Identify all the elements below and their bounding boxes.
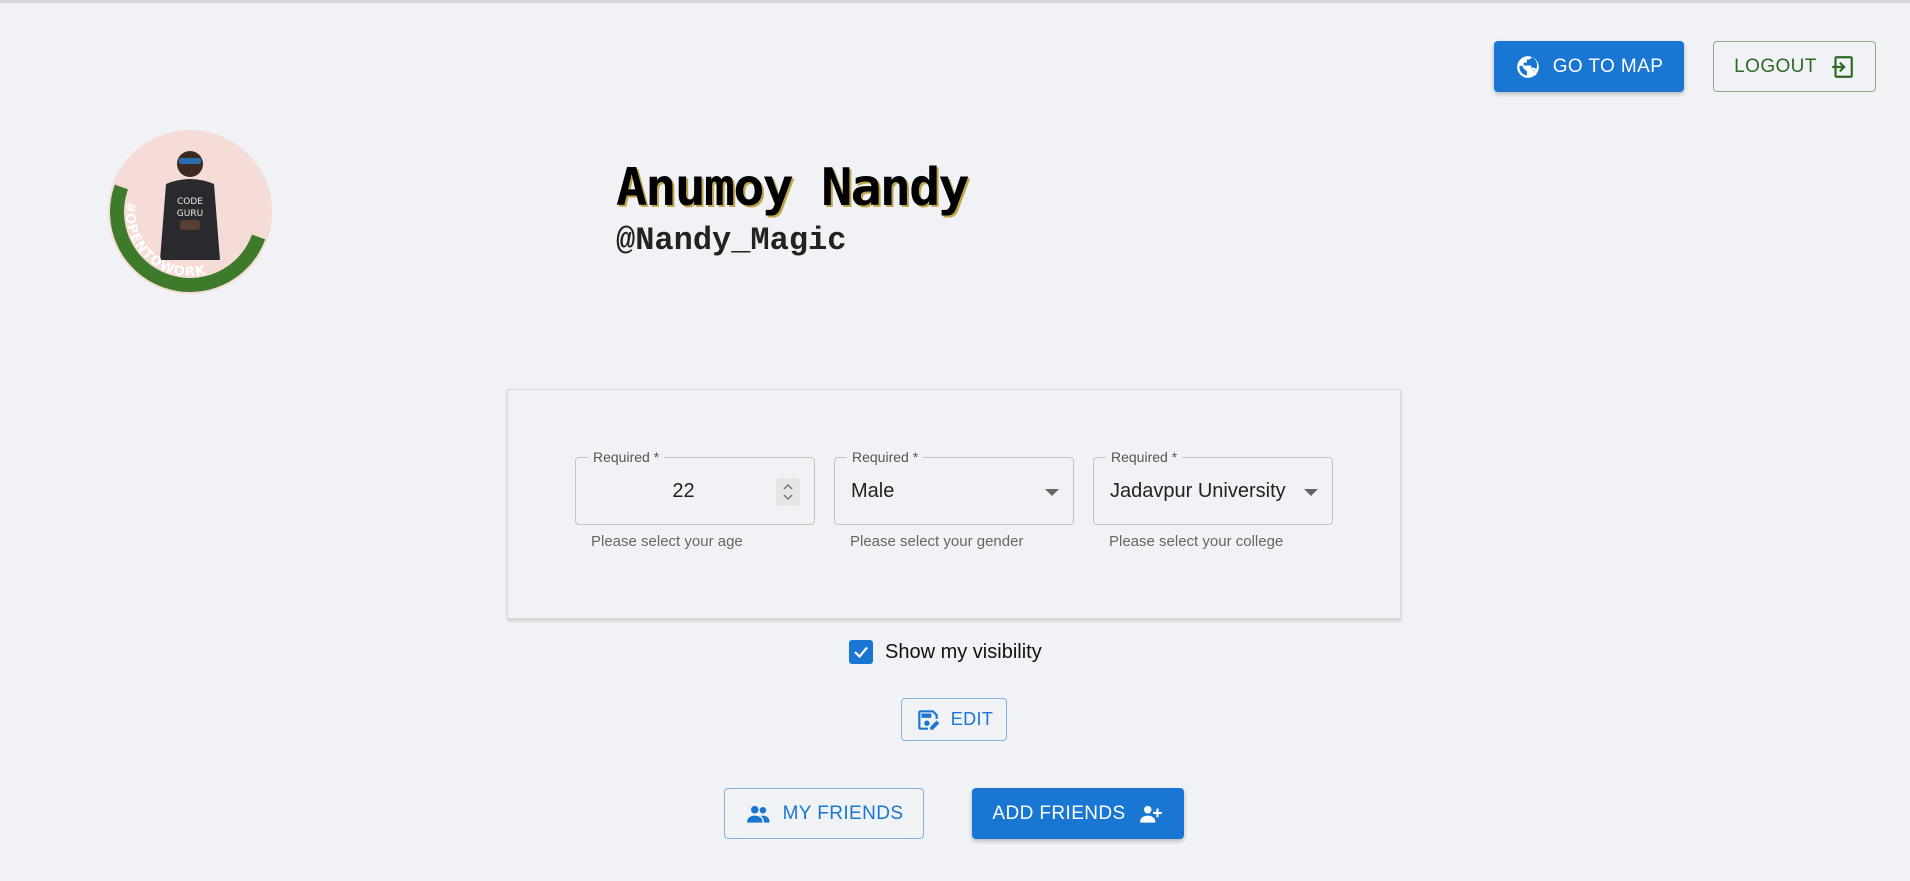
- people-icon: [746, 805, 769, 823]
- edit-button[interactable]: EDIT: [901, 698, 1007, 741]
- add-friends-label: ADD FRIENDS: [992, 802, 1126, 824]
- college-field: Required * Jadavpur University Please se…: [1093, 449, 1333, 550]
- college-value: Jadavpur University: [1110, 480, 1286, 502]
- dropdown-arrow-icon: [1304, 489, 1318, 496]
- travel-explore-icon: [1516, 55, 1539, 78]
- visibility-toggle[interactable]: Show my visibility: [849, 640, 1042, 664]
- college-select[interactable]: Required * Jadavpur University: [1093, 449, 1333, 525]
- my-friends-label: MY FRIENDS: [782, 802, 904, 824]
- logout-icon: [1832, 55, 1853, 78]
- gender-legend: Required *: [847, 449, 924, 465]
- age-field: Required * 22 Please select your age: [575, 449, 815, 550]
- profile-photo: CODE GURU #OPENTOWORK: [108, 130, 272, 294]
- profile-form-card: Required * 22 Please select your age Req…: [507, 389, 1401, 619]
- college-helper: Please select your college: [1109, 533, 1284, 550]
- spinner-arrows-icon: [783, 483, 793, 501]
- gender-helper: Please select your gender: [850, 533, 1024, 550]
- edit-label: EDIT: [950, 709, 994, 729]
- college-legend: Required *: [1106, 449, 1183, 465]
- add-friends-button[interactable]: ADD FRIENDS: [972, 788, 1184, 839]
- age-value: 22: [672, 480, 695, 502]
- group-add-icon: [1139, 805, 1162, 823]
- number-spinner[interactable]: [776, 478, 800, 506]
- svg-text:GURU: GURU: [177, 209, 203, 219]
- age-input[interactable]: Required * 22: [575, 449, 815, 525]
- age-legend: Required *: [588, 449, 665, 465]
- dropdown-arrow-icon: [1045, 489, 1059, 496]
- visibility-checkbox[interactable]: [849, 640, 873, 664]
- logout-label: LOGOUT: [1734, 55, 1817, 77]
- age-helper: Please select your age: [591, 533, 743, 550]
- avatar: CODE GURU #OPENTOWORK: [108, 130, 272, 294]
- top-border: [0, 0, 1910, 3]
- logout-button[interactable]: LOGOUT: [1713, 41, 1876, 92]
- my-friends-button[interactable]: MY FRIENDS: [724, 788, 924, 839]
- profile-name: Anumoy Nandy: [616, 158, 970, 218]
- gender-field: Required * Male Please select your gende…: [834, 449, 1074, 550]
- save-edit-icon: [917, 709, 940, 730]
- go-to-map-label: GO TO MAP: [1552, 55, 1664, 77]
- svg-text:CODE: CODE: [177, 197, 203, 207]
- gender-value: Male: [851, 480, 895, 502]
- go-to-map-button[interactable]: GO TO MAP: [1494, 41, 1684, 92]
- gender-select[interactable]: Required * Male: [834, 449, 1074, 525]
- check-icon: [854, 646, 868, 659]
- visibility-label: Show my visibility: [885, 640, 1042, 663]
- profile-handle: @Nandy_Magic: [616, 222, 847, 259]
